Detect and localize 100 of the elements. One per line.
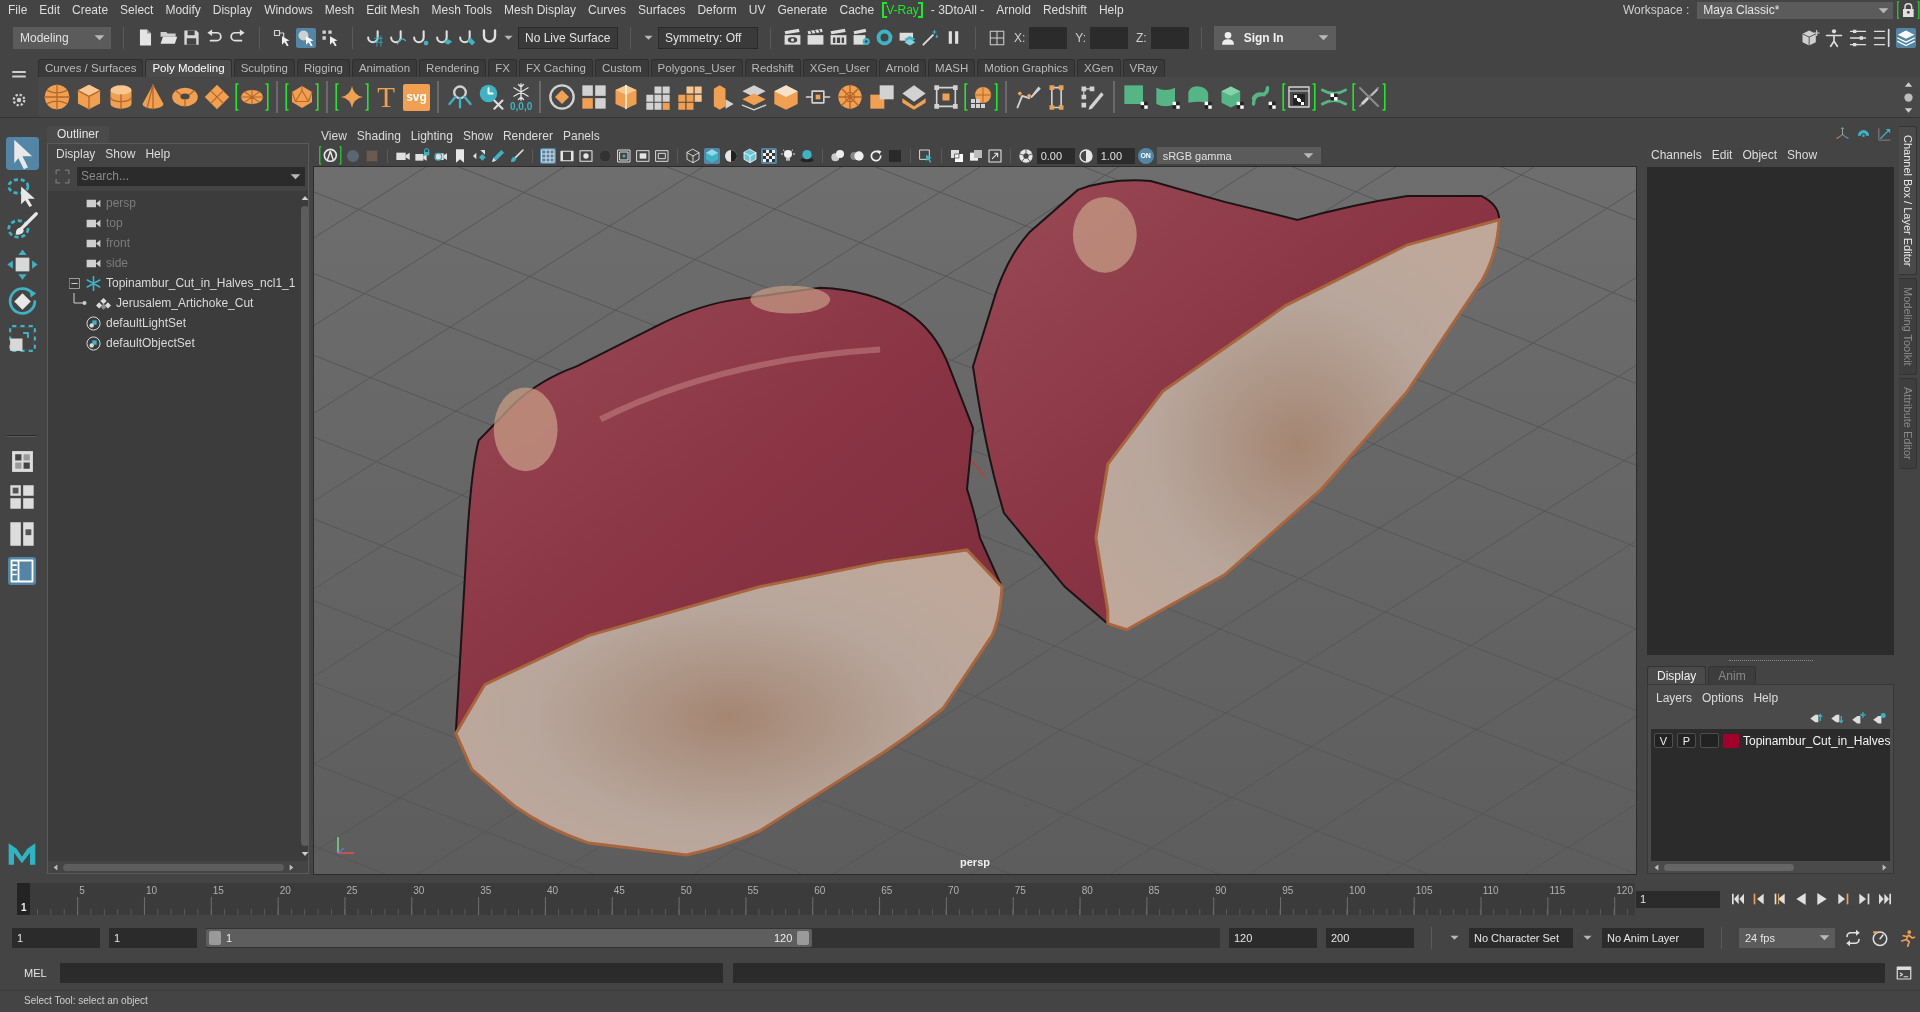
box-icon[interactable] bbox=[1800, 27, 1820, 48]
menu-item[interactable]: Create bbox=[66, 2, 115, 18]
shelf-tab[interactable]: FX Caching bbox=[518, 59, 593, 77]
next-frame-icon[interactable] bbox=[1835, 891, 1851, 907]
list-icon[interactable] bbox=[1872, 27, 1892, 48]
list-icon[interactable] bbox=[1848, 27, 1868, 48]
menu-item[interactable]: Help bbox=[1092, 2, 1130, 18]
menu-item[interactable]: Object bbox=[1737, 148, 1783, 162]
visibility-toggle[interactable]: V bbox=[1654, 733, 1673, 748]
shelf-tab[interactable]: XGen bbox=[1077, 59, 1121, 77]
sign-in-button[interactable]: Sign In bbox=[1213, 25, 1336, 50]
menu-item[interactable]: - 3DtoAll - bbox=[924, 2, 991, 18]
shelf-tab[interactable]: VRay bbox=[1122, 59, 1165, 77]
half-shaded-sphere-icon[interactable] bbox=[722, 147, 739, 164]
menu-item[interactable]: Select bbox=[114, 2, 160, 18]
star-icon[interactable] bbox=[335, 83, 369, 111]
command-input-field[interactable] bbox=[60, 962, 723, 983]
disc-icon[interactable] bbox=[235, 83, 269, 111]
polyhedron-icon[interactable] bbox=[285, 83, 319, 111]
aperture-icon[interactable] bbox=[1017, 147, 1034, 164]
side-tab[interactable]: Channel Box / Layer Editor bbox=[1899, 126, 1917, 276]
range-end-field[interactable]: 120 bbox=[1229, 927, 1317, 948]
menu-item[interactable]: Help bbox=[1748, 691, 1784, 705]
plane-magnet-icon[interactable] bbox=[434, 28, 453, 47]
shelf-tab[interactable]: FX bbox=[488, 59, 517, 77]
square-cursor-icon[interactable] bbox=[917, 147, 934, 164]
shelf-tab[interactable]: Redshift bbox=[744, 59, 801, 77]
coordinate-field[interactable] bbox=[1150, 26, 1189, 49]
layer-name[interactable]: Topinambur_Cut_in_Halves bbox=[1743, 733, 1891, 748]
frame-icon[interactable] bbox=[634, 147, 651, 164]
wire-cube-icon[interactable] bbox=[741, 147, 758, 164]
pencil-icon[interactable] bbox=[489, 147, 506, 164]
menu-item[interactable]: Windows bbox=[258, 2, 319, 18]
arrow-icon[interactable] bbox=[1877, 126, 1892, 142]
menu-item[interactable]: Generate bbox=[771, 2, 834, 18]
wheel-icon[interactable] bbox=[836, 83, 865, 111]
loop-icon[interactable] bbox=[1844, 928, 1862, 947]
cut-tuber-drawing[interactable] bbox=[454, 285, 1004, 857]
range-start-field[interactable]: 1 bbox=[109, 927, 197, 948]
outliner-item[interactable]: defaultObjectSet bbox=[85, 334, 199, 352]
range-handle[interactable] bbox=[209, 930, 221, 945]
menu-item[interactable]: Mesh Tools bbox=[425, 2, 498, 18]
menu-item[interactable]: Surfaces bbox=[632, 2, 692, 18]
lock-icon[interactable] bbox=[1897, 0, 1920, 20]
shelf-tab[interactable]: Sculpting bbox=[233, 59, 295, 77]
settings-icon[interactable] bbox=[10, 91, 28, 109]
cut-tuber-drawing[interactable] bbox=[972, 179, 1501, 632]
view-transform-dropdown[interactable]: sRGB gamma bbox=[1156, 147, 1321, 164]
eye-clapper-icon[interactable] bbox=[783, 28, 802, 47]
menu-item[interactable]: Show bbox=[100, 147, 141, 161]
snowflake-button[interactable]: 0,0,0 bbox=[510, 80, 533, 114]
light-bulb-icon[interactable] bbox=[779, 147, 796, 164]
checker-icon[interactable] bbox=[760, 147, 777, 164]
shelf-tab[interactable]: Curves / Surfaces bbox=[38, 59, 144, 77]
box-icon[interactable] bbox=[772, 83, 801, 111]
cube-icon[interactable] bbox=[75, 83, 103, 111]
menu-item[interactable]: Display bbox=[51, 147, 101, 161]
sphere-grid-icon[interactable] bbox=[964, 83, 999, 111]
nested-squares-icon[interactable] bbox=[615, 147, 632, 164]
shelf-tab[interactable]: Custom bbox=[594, 59, 649, 77]
menu-item[interactable]: Show bbox=[457, 128, 498, 143]
anim-layer-field[interactable]: No Anim Layer bbox=[1602, 927, 1704, 948]
clapper-gear-icon[interactable] bbox=[852, 28, 871, 47]
right-arrow-icon[interactable] bbox=[1880, 862, 1889, 872]
menu-item[interactable]: Display bbox=[206, 2, 259, 18]
menu-item[interactable]: Deform bbox=[691, 2, 743, 18]
knife-icon[interactable] bbox=[1352, 83, 1387, 111]
range-slider-bar[interactable]: 1 120 bbox=[206, 928, 813, 947]
scrollbar-thumb[interactable] bbox=[1664, 863, 1794, 871]
square-icon[interactable] bbox=[1122, 83, 1151, 111]
shaded-cube-icon[interactable] bbox=[703, 147, 720, 164]
frame-icon[interactable] bbox=[653, 147, 670, 164]
fps-dropdown[interactable]: 24 fps bbox=[1739, 927, 1835, 948]
squares-icon[interactable] bbox=[580, 83, 609, 111]
circle-cursor-icon[interactable] bbox=[296, 27, 316, 48]
menu-item[interactable]: Layers bbox=[1651, 691, 1698, 705]
spheres-icon[interactable] bbox=[829, 147, 846, 164]
frame-icon[interactable] bbox=[932, 83, 961, 111]
range-slider-track[interactable]: 1 120 bbox=[206, 927, 1220, 948]
scrollbar-thumb[interactable] bbox=[63, 863, 284, 871]
search-field[interactable]: Search... bbox=[77, 166, 305, 186]
current-frame-field[interactable]: 1 bbox=[1636, 890, 1720, 908]
shelf-tab[interactable]: Rigging bbox=[296, 59, 350, 77]
symmetry-dropdown[interactable]: Symmetry: Off bbox=[658, 26, 758, 49]
menu-item[interactable]: V-Ray bbox=[882, 2, 923, 18]
right-arrow-icon[interactable] bbox=[287, 862, 296, 872]
menu-item[interactable]: File bbox=[2, 2, 34, 18]
shelf-tab[interactable]: Arnold bbox=[878, 59, 927, 77]
terminal-icon[interactable] bbox=[1895, 963, 1913, 982]
gamma-field[interactable]: 1.00 bbox=[1096, 147, 1135, 164]
overlap-squares-icon[interactable] bbox=[967, 147, 984, 164]
outliner-pane-icon[interactable] bbox=[8, 557, 36, 585]
menu-item[interactable]: Curves bbox=[582, 2, 633, 18]
stopwatch-icon[interactable] bbox=[1871, 928, 1889, 947]
camera-lock-icon[interactable] bbox=[413, 147, 430, 164]
clapper-icon[interactable] bbox=[806, 28, 825, 47]
lambda-circle-icon[interactable] bbox=[319, 146, 342, 165]
single-pane-icon[interactable] bbox=[9, 449, 35, 474]
move-icon[interactable] bbox=[5, 248, 39, 281]
axes-icon[interactable] bbox=[1835, 126, 1850, 142]
